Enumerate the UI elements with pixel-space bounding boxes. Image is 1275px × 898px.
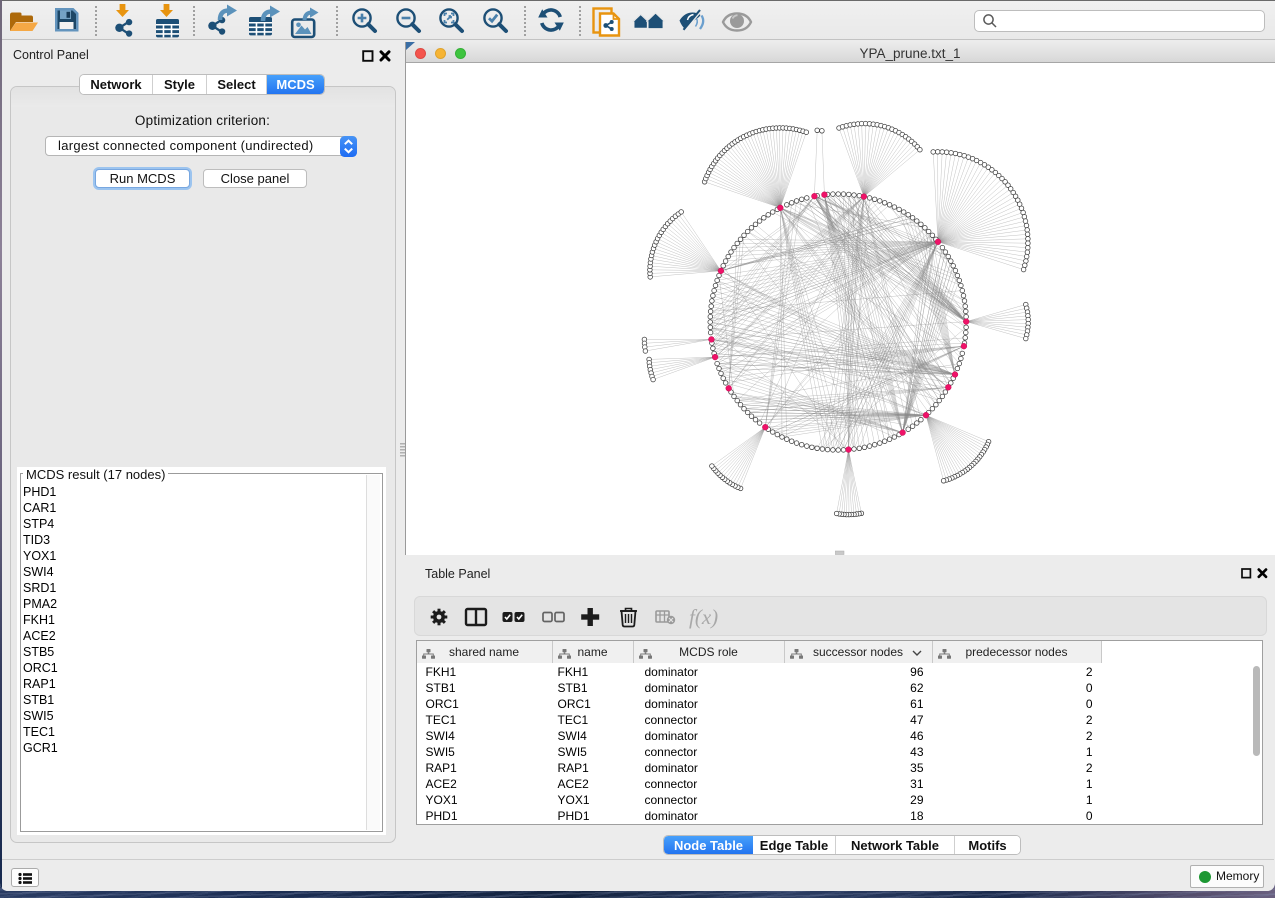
svg-text:f(x): f(x)	[689, 605, 718, 629]
